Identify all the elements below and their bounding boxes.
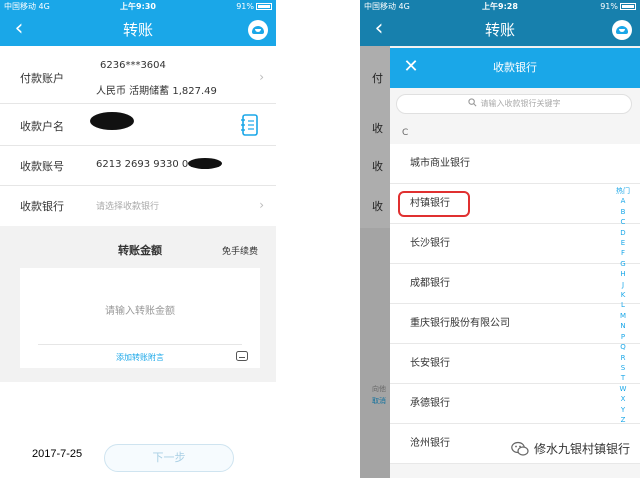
battery-icon — [620, 3, 636, 10]
index-letter[interactable]: B — [616, 207, 630, 217]
bank-item[interactable]: 重庆银行股份有限公司 — [390, 304, 640, 344]
highlight-circle — [398, 191, 470, 217]
dim-overlay[interactable] — [360, 46, 390, 478]
amount-title: 转账金额 — [118, 244, 162, 257]
battery: 91% — [600, 0, 636, 14]
payee-bank-placeholder: 请选择收款银行 — [96, 202, 160, 212]
payee-bank-row[interactable]: 收款银行 请选择收款银行 › — [0, 186, 276, 226]
page-title: 转账 — [122, 21, 153, 39]
index-letter[interactable]: J — [616, 280, 630, 290]
search-placeholder: 请输入收款银行关键字 — [480, 99, 561, 108]
index-letter[interactable]: M — [616, 311, 630, 321]
bank-item[interactable]: 长沙银行 — [390, 224, 640, 264]
page-title: 转账 — [484, 21, 515, 39]
index-letter[interactable]: 热门 — [616, 186, 630, 196]
wechat-icon — [511, 441, 529, 456]
fee-note: 免手续费 — [222, 247, 259, 257]
status-bar: 中国移动 4G 上午9:30 91% — [0, 0, 276, 14]
amount-section: 转账金额 免手续费 请输入转账金额 添加转账附言 — [0, 226, 276, 382]
battery: 91% — [236, 0, 272, 14]
payee-account-row[interactable]: 收款账号 6213 2693 9330 04 — [0, 146, 276, 186]
index-letter[interactable]: T — [616, 373, 630, 383]
index-letter[interactable]: L — [616, 300, 630, 310]
bank-item[interactable]: 城市商业银行 — [390, 144, 640, 184]
index-letter[interactable]: A — [616, 196, 630, 206]
customer-service-icon[interactable] — [248, 20, 268, 40]
index-letter[interactable]: D — [616, 228, 630, 238]
picker-title: 收款银行 — [493, 61, 537, 74]
amount-card: 请输入转账金额 添加转账附言 — [20, 268, 260, 368]
index-letter[interactable]: Z — [616, 415, 630, 425]
amount-input[interactable]: 请输入转账金额 — [20, 302, 260, 317]
index-letter[interactable]: H — [616, 269, 630, 279]
chevron-right-icon: › — [259, 198, 264, 212]
index-letter[interactable]: W — [616, 384, 630, 394]
picker-header: ✕ 收款银行 — [390, 48, 640, 88]
search-icon — [467, 98, 476, 107]
phone-left-transfer-screen: 中国移动 4G 上午9:30 91% ‹ 转账 付款账户 6236***3604… — [0, 0, 276, 478]
chevron-right-icon: › — [259, 70, 264, 84]
keyboard-icon[interactable] — [236, 350, 248, 362]
index-letter[interactable]: Y — [616, 405, 630, 415]
bank-item-selected[interactable]: 村镇银行 — [390, 184, 640, 224]
bank-item[interactable]: 承德银行 — [390, 384, 640, 424]
index-letter[interactable]: P — [616, 332, 630, 342]
phone-right-bank-picker: 中国移动 4G 上午9:28 91% ‹ 转账 付 收 收 收 向他 取消 ✕ … — [360, 0, 640, 478]
nav-bar: ‹ 转账 — [0, 14, 276, 46]
next-step-button[interactable]: 下一步 — [104, 444, 234, 472]
payer-account-row[interactable]: 付款账户 6236***3604 人民币 活期储蓄 1,827.49 › — [0, 50, 276, 104]
watermark: 修水九银村镇银行 — [504, 438, 636, 460]
bank-picker-panel: ✕ 收款银行 请输入收款银行关键字 C 城市商业银行 村镇银行 长沙银行 成都银… — [390, 48, 640, 478]
contacts-book-icon[interactable] — [240, 114, 260, 136]
status-bar: 中国移动 4G 上午9:28 91% — [360, 0, 640, 14]
index-letter[interactable]: E — [616, 238, 630, 248]
redacted-account-digits — [188, 158, 222, 169]
payee-account-label: 收款账号 — [20, 160, 64, 173]
index-letter[interactable]: K — [616, 290, 630, 300]
index-letter[interactable]: X — [616, 394, 630, 404]
index-letter[interactable]: Q — [616, 342, 630, 352]
alphabet-index[interactable]: 热门 A B C D E F G H J K L M N P Q R S T W X Y Z — [616, 186, 630, 425]
redacted-name — [90, 112, 134, 130]
customer-service-icon[interactable] — [612, 20, 632, 40]
date-caption: 2017-7-25 — [32, 448, 83, 460]
battery-icon — [256, 3, 272, 10]
status-time: 上午9:30 — [120, 2, 156, 11]
payee-name-row[interactable]: 收款户名 — [0, 104, 276, 146]
payee-name-label: 收款户名 — [20, 120, 64, 133]
index-letter[interactable]: N — [616, 321, 630, 331]
add-note-link[interactable]: 添加转账附言 — [20, 352, 260, 363]
nav-bar: ‹ 转账 — [360, 14, 640, 46]
divider — [38, 344, 242, 345]
watermark-text: 修水九银村镇银行 — [533, 442, 630, 456]
status-time: 上午9:28 — [482, 2, 518, 11]
index-letter[interactable]: S — [616, 363, 630, 373]
index-letter[interactable]: G — [616, 259, 630, 269]
section-header: C — [402, 128, 409, 138]
payer-account-number: 6236***3604 — [100, 60, 166, 71]
bank-search-input[interactable]: 请输入收款银行关键字 — [396, 94, 632, 114]
index-letter[interactable]: R — [616, 353, 630, 363]
bank-item[interactable]: 长安银行 — [390, 344, 640, 384]
payer-account-detail: 人民币 活期储蓄 1,827.49 — [96, 86, 217, 97]
bank-item[interactable]: 成都银行 — [390, 264, 640, 304]
index-letter[interactable]: F — [616, 248, 630, 258]
index-letter[interactable]: C — [616, 217, 630, 227]
payer-account-label: 付款账户 — [20, 72, 64, 85]
payee-account-value: 6213 2693 9330 04 — [96, 159, 195, 170]
payee-bank-label: 收款银行 — [20, 200, 64, 213]
